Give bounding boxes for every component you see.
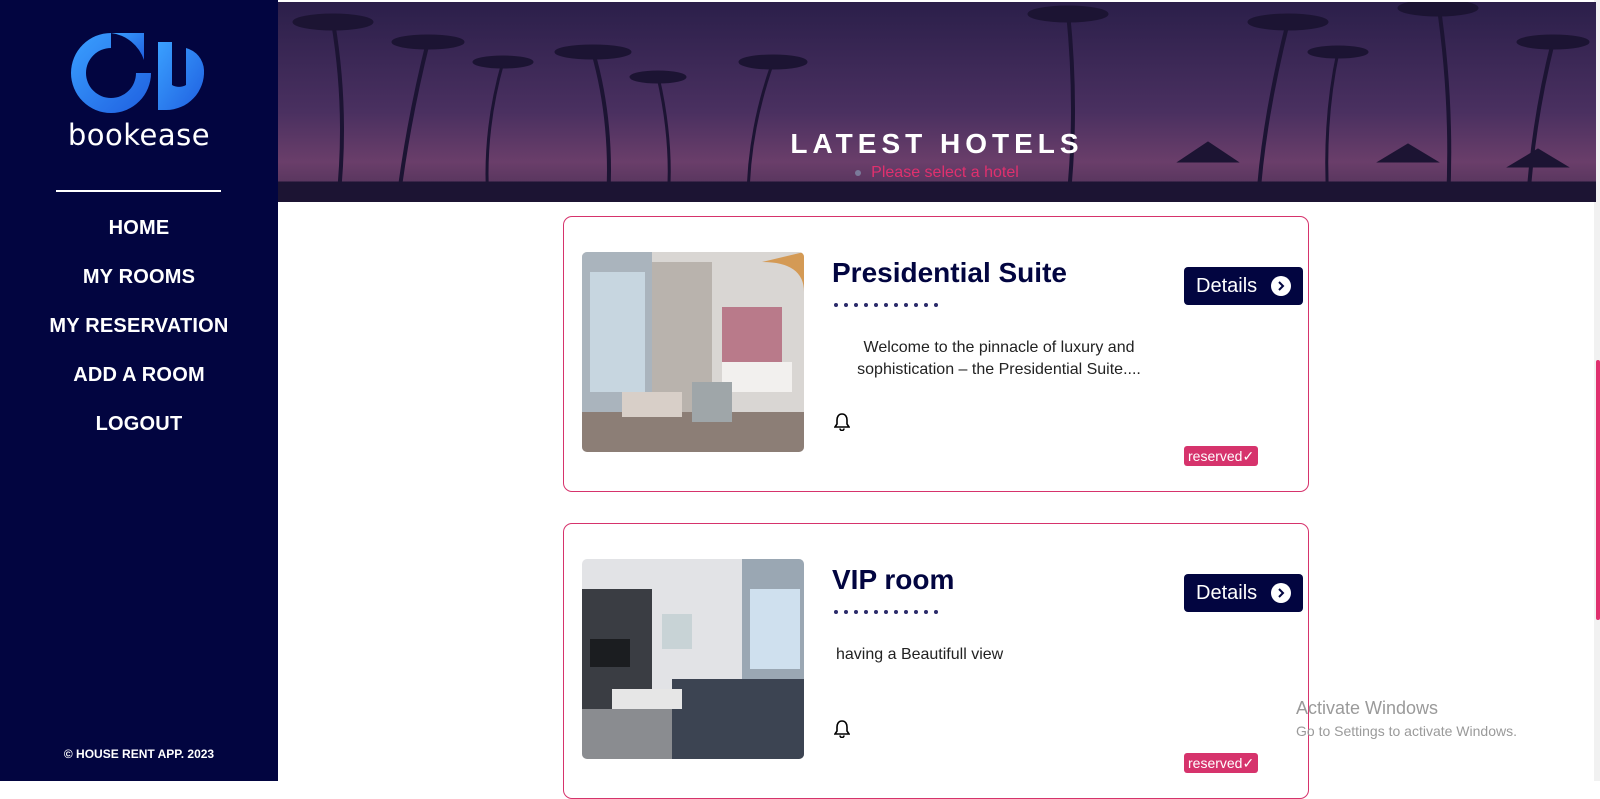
chevron-right-icon — [1271, 583, 1291, 603]
nav-item-add-a-room[interactable]: ADD A ROOM — [0, 360, 278, 409]
room-title: Presidential Suite — [832, 257, 1067, 288]
room-photo — [582, 559, 804, 759]
room-photo — [582, 252, 804, 452]
bullet-icon — [855, 169, 862, 176]
sidebar: bookease HOME MY ROOMS MY RESERVATION AD… — [0, 0, 278, 781]
sidebar-nav: HOME MY ROOMS MY RESERVATION ADD A ROOM … — [0, 213, 278, 458]
room-description: Welcome to the pinnacle of luxury and so… — [857, 339, 1141, 378]
page-scrollbar-thumb[interactable] — [1596, 360, 1600, 620]
nav-item-logout[interactable]: LOGOUT — [0, 409, 278, 458]
windows-activation-watermark: Activate Windows Go to Settings to activ… — [1296, 698, 1517, 739]
page-title: LATEST HOTELS — [790, 128, 1084, 159]
details-label: Details — [1196, 581, 1258, 604]
nav-item-my-reservation[interactable]: MY RESERVATION — [0, 311, 278, 360]
status-badge: reserved✓ — [1184, 446, 1259, 466]
room-title: VIP room — [832, 564, 955, 595]
logo-mark-icon — [71, 33, 205, 113]
room-description: having a Beautifull view — [836, 646, 1004, 663]
brand-logo[interactable]: bookease — [66, 30, 212, 155]
subtitle-text: Please select a hotel — [871, 164, 1019, 181]
copyright-text: © HOUSE RENT APP. 2023 — [63, 747, 215, 761]
room-card: Presidential Suite Welcome to the pinnac… — [563, 216, 1309, 492]
chevron-right-icon — [1271, 276, 1291, 296]
title-underline-dots — [834, 303, 938, 307]
bell-icon[interactable] — [834, 413, 850, 431]
title-underline-dots — [834, 610, 938, 614]
watermark-line-1: Activate Windows — [1296, 698, 1439, 718]
page-subtitle: Please select a hotel — [278, 164, 1596, 182]
bell-icon[interactable] — [834, 720, 850, 738]
nav-item-my-rooms[interactable]: MY ROOMS — [0, 262, 278, 311]
hero-banner: LATEST HOTELS Please select a hotel — [278, 2, 1596, 202]
details-button[interactable]: Details — [1184, 267, 1303, 305]
brand-name: bookease — [67, 118, 211, 152]
nav-item-home[interactable]: HOME — [0, 213, 278, 262]
status-badge: reserved✓ — [1184, 753, 1259, 773]
sidebar-divider — [56, 190, 221, 192]
watermark-line-2: Go to Settings to activate Windows. — [1296, 723, 1517, 739]
details-button[interactable]: Details — [1184, 574, 1303, 612]
room-card: VIP room having a Beautifull view Detail… — [563, 523, 1309, 799]
details-label: Details — [1196, 274, 1258, 297]
